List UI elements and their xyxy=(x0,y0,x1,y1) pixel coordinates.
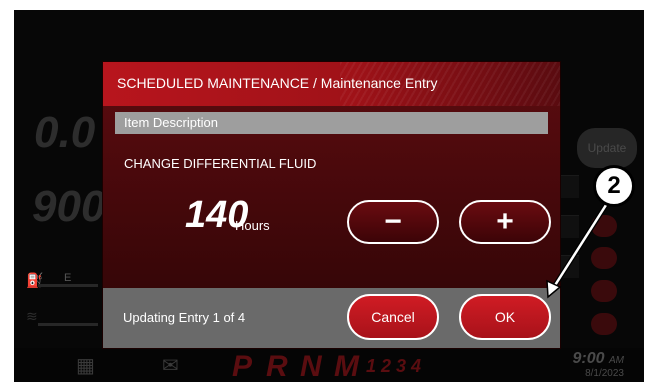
callout-arrow xyxy=(546,203,609,299)
callout-number-badge: 2 xyxy=(593,165,635,207)
